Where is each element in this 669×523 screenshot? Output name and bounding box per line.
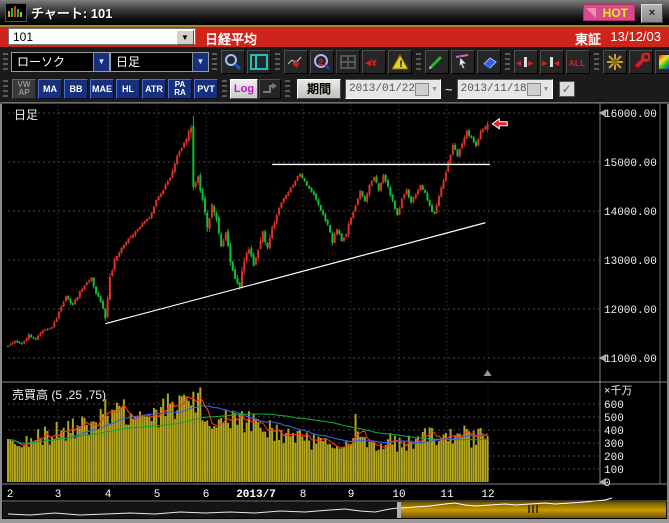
svg-text:14000.00: 14000.00 <box>604 207 657 219</box>
chart-window: チャート: 101 HOT × 101 ▼ 日経平均 東証 13/12/03 ロ… <box>0 0 669 523</box>
navigator-grip-icon <box>532 505 534 513</box>
svg-text:9: 9 <box>348 489 355 501</box>
candlestick-series <box>7 116 489 347</box>
volume-unit-label: ×千万 <box>604 382 632 398</box>
latest-price-arrow-icon <box>492 119 507 129</box>
volume-panel-title: 売買高 (5 ,25 ,75) <box>12 386 106 403</box>
svg-text:400: 400 <box>604 426 624 438</box>
svg-text:6: 6 <box>203 489 210 501</box>
svg-text:300: 300 <box>604 439 624 451</box>
price-panel-title: 日足 <box>14 106 38 123</box>
navigator-grip-icon <box>536 505 538 513</box>
svg-text:15000.00: 15000.00 <box>604 158 657 170</box>
svg-text:500: 500 <box>604 413 624 425</box>
navigator-thumb-handle[interactable] <box>397 502 401 518</box>
svg-text:3: 3 <box>55 489 62 501</box>
svg-text:200: 200 <box>604 452 624 464</box>
svg-text:2013/7: 2013/7 <box>236 489 276 501</box>
svg-text:11: 11 <box>440 489 454 501</box>
svg-text:16000.00: 16000.00 <box>604 109 657 121</box>
svg-text:13000.00: 13000.00 <box>604 256 657 268</box>
last-bar-marker-icon <box>484 370 492 376</box>
svg-text:10: 10 <box>392 489 405 501</box>
svg-text:5: 5 <box>154 489 161 501</box>
svg-text:12000.00: 12000.00 <box>604 305 657 317</box>
navigator-grip-icon <box>528 505 530 513</box>
svg-text:100: 100 <box>604 465 624 477</box>
svg-text:4: 4 <box>105 489 112 501</box>
svg-text:11000.00: 11000.00 <box>604 354 657 366</box>
svg-text:2: 2 <box>7 489 14 501</box>
svg-text:8: 8 <box>300 489 307 501</box>
svg-text:600: 600 <box>604 400 624 412</box>
price-volume-chart[interactable]: 16000.00 15000.00 14000.00 13000.00 12000.00… <box>0 0 669 523</box>
svg-text:12: 12 <box>481 489 494 501</box>
